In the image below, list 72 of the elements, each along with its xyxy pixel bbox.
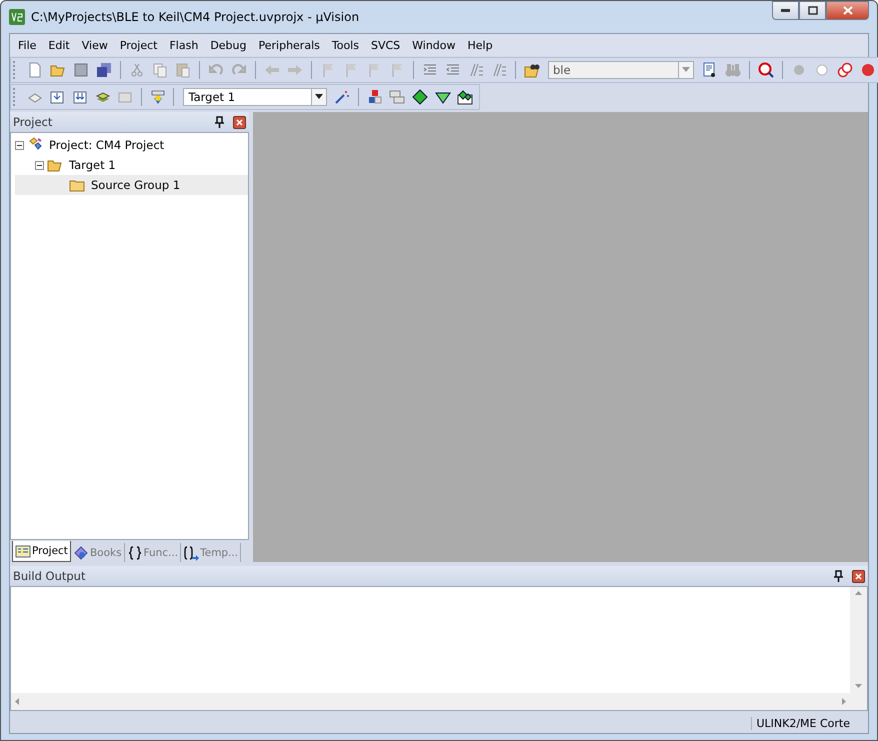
maximize-icon bbox=[808, 6, 818, 15]
magnifier-icon bbox=[758, 62, 774, 78]
maximize-button[interactable] bbox=[799, 1, 826, 20]
folder-binoculars-icon bbox=[524, 62, 540, 78]
menu-item[interactable]: Tools bbox=[326, 38, 365, 52]
panel-close-button[interactable] bbox=[233, 116, 246, 128]
panel-title: Build Output bbox=[13, 569, 86, 583]
diamonds-box-icon bbox=[457, 88, 474, 104]
close-icon bbox=[236, 118, 243, 126]
tree-item-label: Target 1 bbox=[68, 158, 117, 172]
find-combo[interactable]: ble bbox=[548, 60, 694, 78]
menu-item[interactable]: SVCS bbox=[364, 38, 406, 52]
panel-close-button[interactable] bbox=[852, 570, 865, 582]
copy-icon bbox=[152, 62, 168, 78]
target-select[interactable]: Target 1 bbox=[183, 88, 327, 106]
scissors-icon bbox=[129, 62, 145, 78]
menu-item[interactable]: Flash bbox=[163, 38, 204, 52]
hollow-circle-icon bbox=[814, 62, 830, 78]
document-binoculars-icon bbox=[702, 62, 718, 78]
vertical-scrollbar[interactable] bbox=[850, 587, 867, 710]
menu-item[interactable]: Window bbox=[406, 38, 462, 52]
tree-item-label: Source Group 1 bbox=[90, 178, 182, 192]
menu-item[interactable]: View bbox=[76, 38, 114, 52]
collapse-toggle[interactable] bbox=[15, 140, 24, 150]
menu-item[interactable]: Peripherals bbox=[252, 38, 326, 52]
tree-item[interactable]: Project: CM4 Project bbox=[15, 135, 248, 155]
menu-item[interactable]: Help bbox=[462, 38, 499, 52]
minimize-icon bbox=[781, 9, 790, 12]
scroll-right-icon bbox=[842, 698, 846, 705]
braces-icon bbox=[126, 544, 143, 560]
comment-lines-icon bbox=[491, 62, 507, 78]
new-file-icon bbox=[27, 62, 43, 78]
scroll-left-icon bbox=[15, 698, 19, 705]
menu-item[interactable]: Project bbox=[114, 38, 164, 52]
app-logo-icon bbox=[9, 9, 25, 25]
colored-blocks-icon bbox=[366, 88, 383, 104]
stacked-windows-icon bbox=[389, 88, 406, 104]
horizontal-scrollbar[interactable] bbox=[11, 693, 850, 710]
menu-item[interactable]: File bbox=[12, 38, 42, 52]
scroll-down-icon bbox=[855, 684, 862, 688]
breakpoint-icon bbox=[860, 62, 876, 78]
overlapping-circles-icon bbox=[837, 62, 853, 78]
tree-item[interactable]: Source Group 1 bbox=[15, 175, 248, 195]
dropdown-arrow-icon bbox=[314, 94, 323, 99]
tree-item[interactable]: Target 1 bbox=[15, 155, 248, 175]
window-title: C:\MyProjects\BLE to Keil\CM4 Project.uvprojx - µVision bbox=[31, 10, 360, 24]
save-all-icon bbox=[96, 62, 112, 78]
menu-item[interactable]: Edit bbox=[42, 38, 76, 52]
close-button[interactable] bbox=[826, 1, 869, 20]
close-icon bbox=[855, 572, 862, 580]
minimize-button[interactable] bbox=[772, 1, 799, 20]
undo-icon bbox=[208, 62, 224, 78]
tree-item-label: Project: CM4 Project bbox=[48, 138, 166, 152]
indent-icon bbox=[422, 62, 438, 78]
binoculars-icon bbox=[725, 62, 741, 78]
paste-icon bbox=[175, 62, 191, 78]
unindent-icon bbox=[445, 62, 461, 78]
menu-item[interactable]: Debug bbox=[204, 38, 252, 52]
panel-title: Project bbox=[13, 115, 54, 129]
close-icon bbox=[842, 6, 852, 15]
dropdown-arrow-icon bbox=[682, 67, 690, 72]
scroll-up-icon bbox=[855, 591, 862, 595]
comment-lines-icon bbox=[468, 62, 484, 78]
toolbar-button[interactable] bbox=[410, 86, 430, 106]
magic-wand-icon bbox=[334, 88, 350, 104]
collapse-toggle[interactable] bbox=[35, 160, 44, 170]
panel-tab[interactable]: Project bbox=[12, 541, 71, 562]
project-tab-icon bbox=[15, 543, 31, 559]
status-target: ULINK2/ME Corte bbox=[751, 716, 854, 730]
redo-icon bbox=[231, 62, 247, 78]
toolbar-button[interactable] bbox=[756, 60, 776, 80]
diamond-icon bbox=[412, 88, 428, 104]
